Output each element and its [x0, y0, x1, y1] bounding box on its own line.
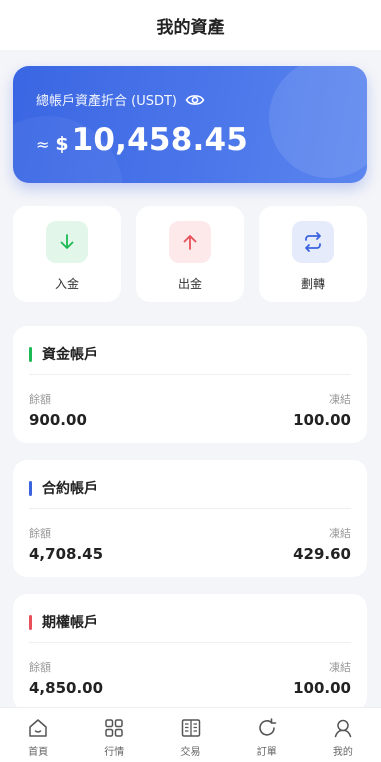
- arrow-down-icon: [60, 234, 74, 249]
- contract-account-card[interactable]: 合約帳戶 餘額 凍結 4,708.45 429.60: [13, 460, 367, 577]
- home-icon: [29, 719, 47, 737]
- tab-label: 首頁: [28, 747, 49, 758]
- decorative-circle: [269, 66, 367, 178]
- frozen-label: 凍結: [329, 661, 351, 674]
- frozen-label: 凍結: [329, 527, 351, 540]
- total-assets-label: 總帳戶資產折合 (USDT): [36, 94, 177, 109]
- frozen-label: 凍結: [329, 393, 351, 406]
- frozen-value: 100.00: [293, 411, 351, 429]
- balance-value: 4,850.00: [29, 679, 104, 697]
- accent-bar: [29, 480, 32, 496]
- frozen-value: 100.00: [293, 679, 351, 697]
- trade-icon: [181, 719, 200, 737]
- tab-trade[interactable]: 交易: [152, 708, 228, 762]
- tab-market[interactable]: 行情: [76, 708, 152, 762]
- balance-label: 餘額: [29, 661, 51, 674]
- market-icon: [105, 719, 124, 737]
- approx-sign: ≈: [36, 135, 50, 154]
- total-assets-card: 總帳戶資產折合 (USDT) ≈ $ 10,458.45: [13, 66, 367, 183]
- top-bar: 我的資產: [0, 0, 381, 50]
- account-title: 資金帳戶: [42, 347, 98, 363]
- transfer-icon-box: [292, 221, 334, 263]
- tab-label: 交易: [180, 747, 201, 758]
- quick-actions: 入金 出金 劃轉: [13, 206, 367, 302]
- withdraw-label: 出金: [177, 277, 202, 291]
- withdraw-button[interactable]: 出金: [136, 206, 244, 302]
- tab-label: 行情: [104, 747, 125, 758]
- account-title: 期權帳戶: [42, 615, 98, 631]
- page-title: 我的資產: [156, 17, 225, 38]
- frozen-value: 429.60: [293, 545, 351, 563]
- deposit-label: 入金: [54, 277, 79, 291]
- currency-symbol: $: [55, 133, 69, 155]
- balance-label: 餘額: [29, 527, 51, 540]
- account-title: 合約帳戶: [42, 481, 98, 497]
- tab-orders[interactable]: 訂單: [229, 708, 305, 762]
- accent-bar: [29, 614, 32, 630]
- accent-bar: [29, 346, 32, 362]
- deposit-button[interactable]: 入金: [13, 206, 121, 302]
- withdraw-icon-box: [169, 221, 211, 263]
- transfer-label: 劃轉: [300, 277, 325, 291]
- profile-icon: [334, 719, 352, 738]
- tab-label: 我的: [332, 747, 353, 758]
- tab-home[interactable]: 首頁: [0, 708, 76, 762]
- orders-icon: [258, 718, 277, 736]
- bottom-tab-bar: 首頁 行情 交易 訂單 我的: [0, 707, 381, 762]
- arrow-up-icon: [183, 235, 197, 250]
- options-account-card[interactable]: 期權帳戶 餘額 凍結 4,850.00 100.00: [13, 594, 367, 711]
- balance-value: 900.00: [29, 411, 87, 429]
- total-assets-amount: 10,458.45: [71, 122, 248, 158]
- eye-icon[interactable]: [185, 93, 205, 107]
- divider: [29, 508, 351, 509]
- swap-icon: [305, 232, 321, 252]
- deposit-icon-box: [46, 221, 88, 263]
- tab-profile[interactable]: 我的: [305, 708, 381, 762]
- divider: [29, 374, 351, 375]
- tab-label: 訂單: [256, 747, 277, 758]
- funding-account-card[interactable]: 資金帳戶 餘額 凍結 900.00 100.00: [13, 326, 367, 443]
- balance-value: 4,708.45: [29, 545, 104, 563]
- balance-label: 餘額: [29, 393, 51, 406]
- divider: [29, 642, 351, 643]
- transfer-button[interactable]: 劃轉: [259, 206, 367, 302]
